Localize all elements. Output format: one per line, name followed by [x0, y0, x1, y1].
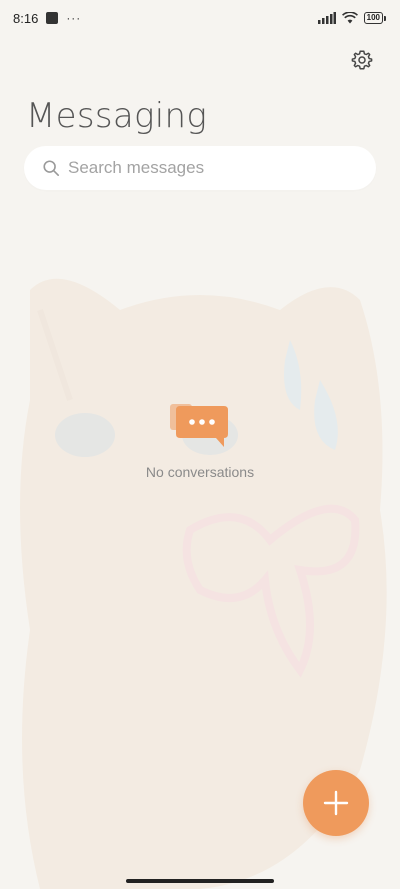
empty-state-label: No conversations — [145, 464, 255, 480]
battery-level: 100 — [363, 12, 383, 24]
status-bar: 8:16 ··· 100 — [0, 0, 400, 36]
status-left: 8:16 ··· — [13, 11, 81, 26]
wifi-icon — [341, 12, 358, 24]
search-input[interactable] — [68, 158, 348, 178]
more-notifications-icon: ··· — [66, 11, 82, 25]
notification-icon — [46, 12, 59, 24]
page-title: Messaging — [26, 96, 208, 136]
empty-state: No conversations — [0, 404, 400, 480]
status-right: 100 — [317, 12, 386, 24]
settings-button[interactable] — [348, 46, 376, 74]
chat-bubble-icon — [170, 404, 228, 447]
status-time: 8:16 — [13, 10, 39, 26]
plus-icon — [323, 790, 349, 816]
signal-icon — [317, 12, 336, 24]
search-icon — [43, 160, 60, 177]
gear-icon — [351, 50, 373, 70]
battery-icon: 100 — [363, 12, 386, 24]
new-conversation-button[interactable] — [303, 770, 369, 836]
search-bar[interactable] — [24, 146, 376, 190]
home-indicator[interactable] — [126, 879, 274, 883]
